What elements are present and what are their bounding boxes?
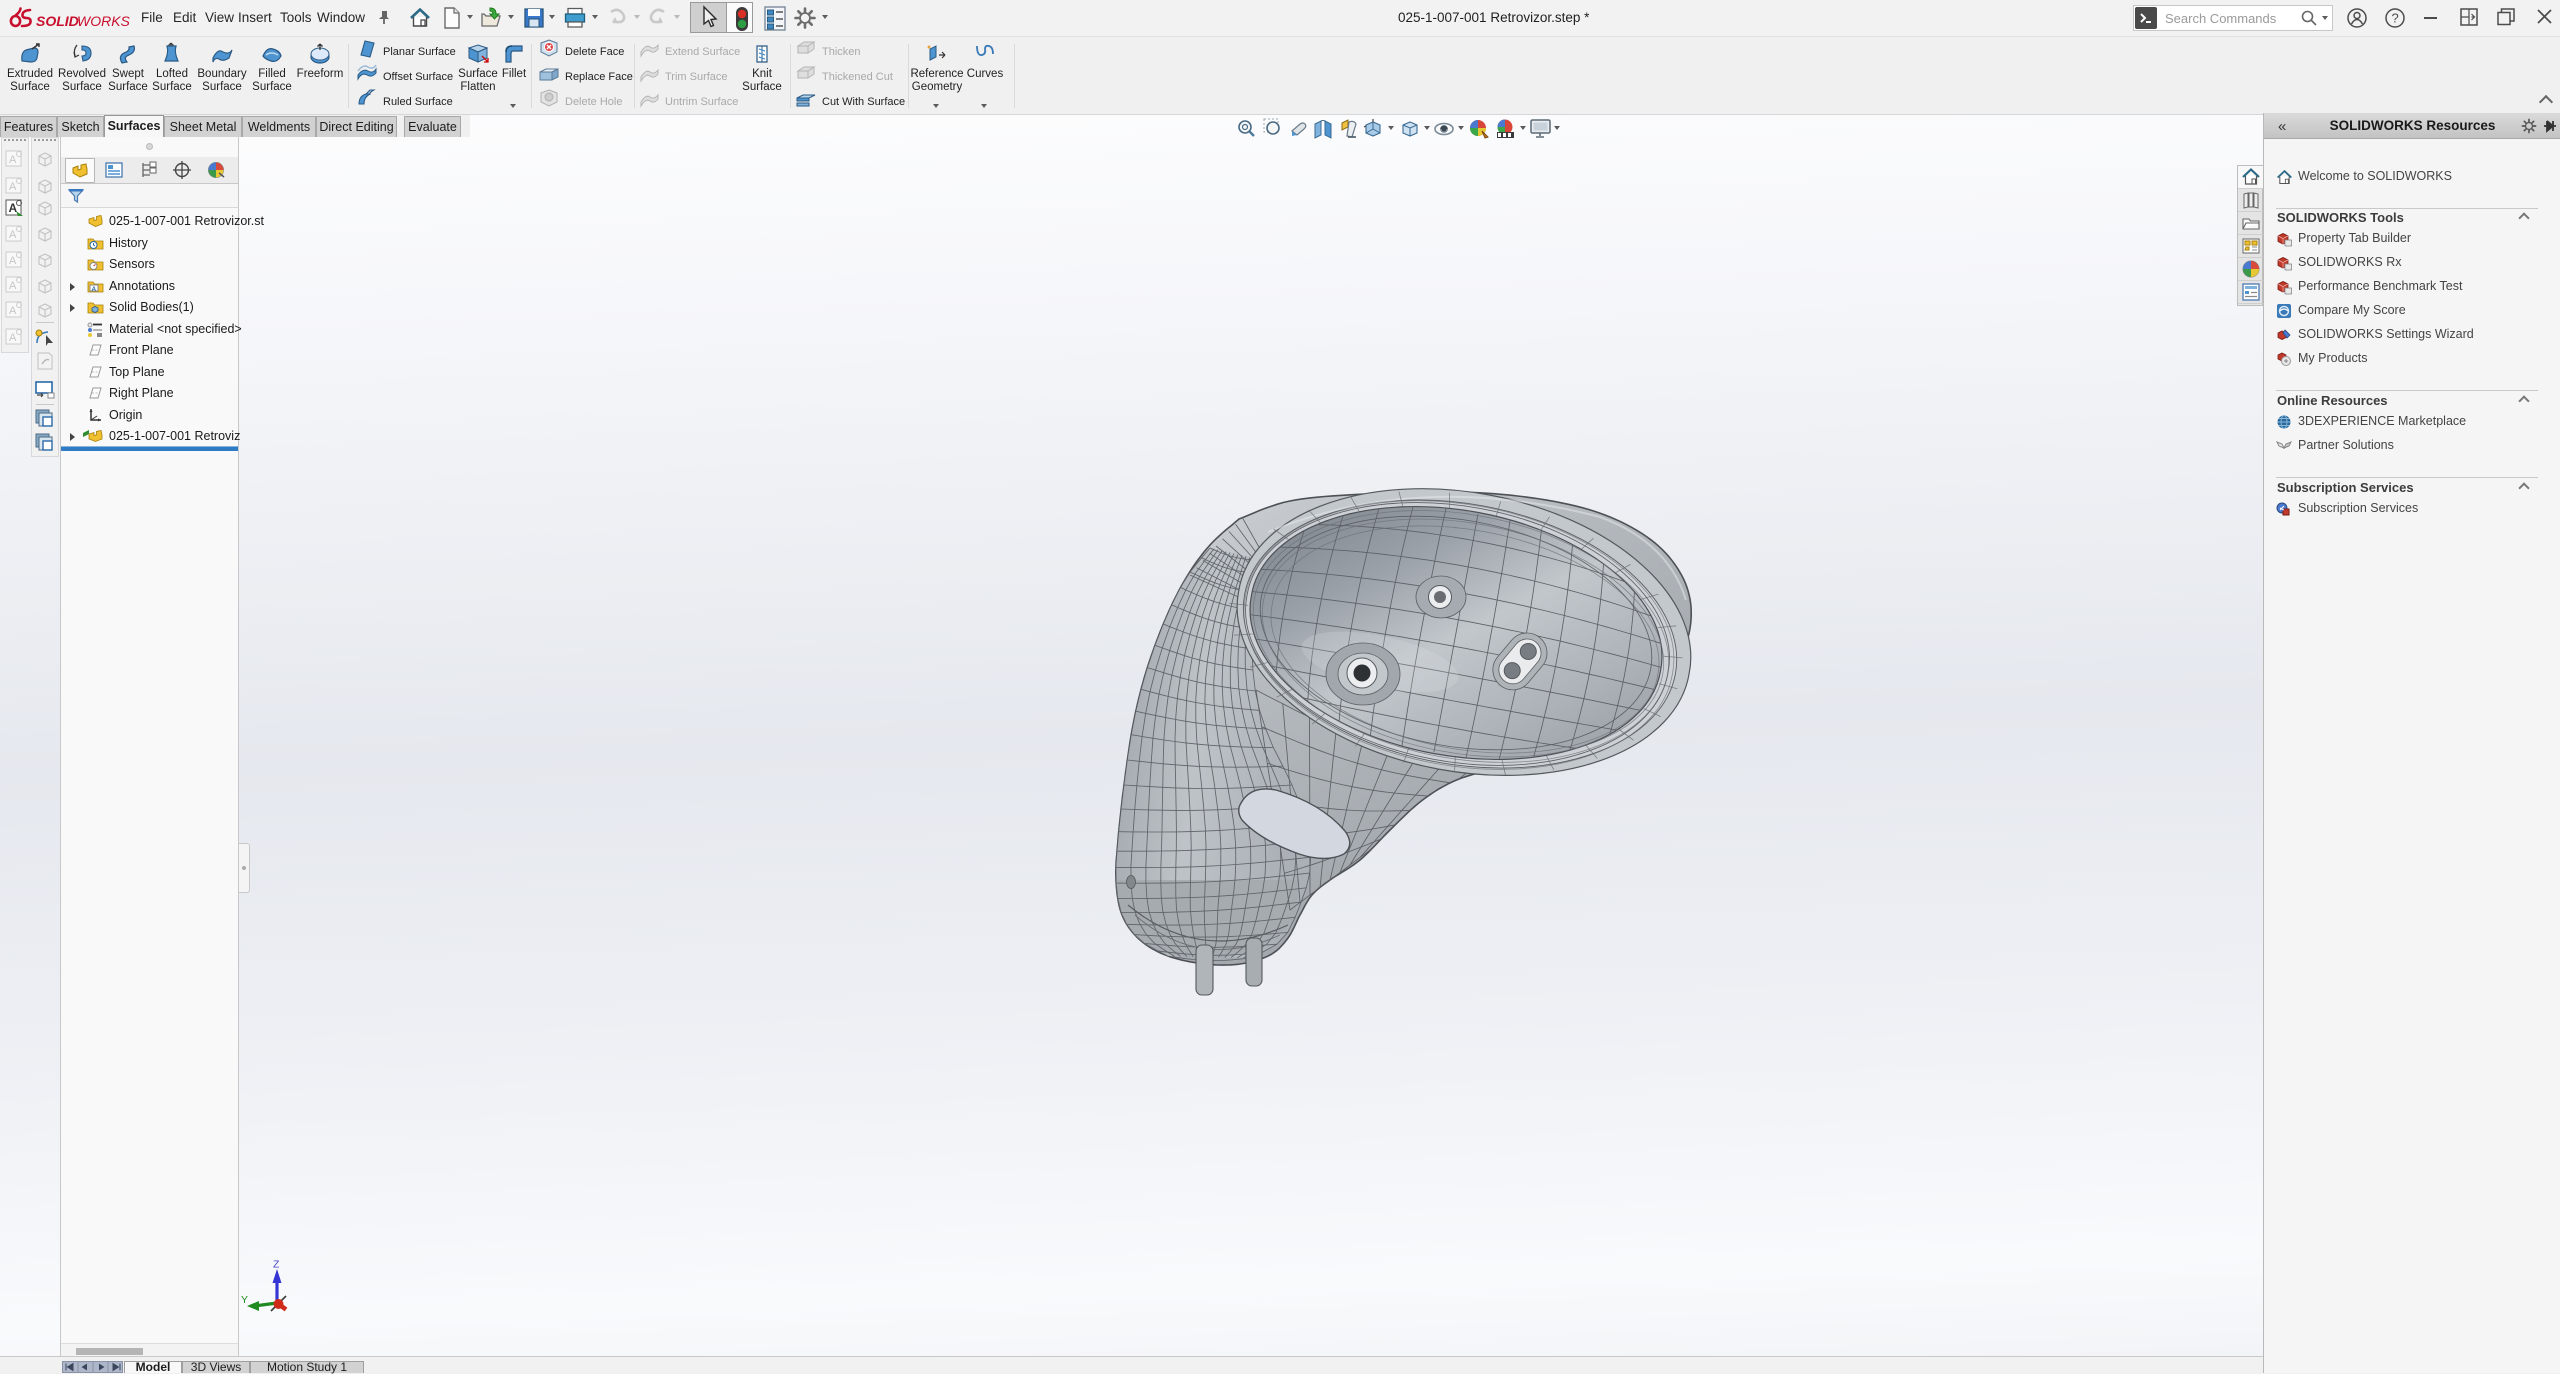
svg-text:?: ? xyxy=(2392,11,2399,26)
svg-text:WORKS: WORKS xyxy=(77,13,131,29)
svg-text:A: A xyxy=(9,154,17,166)
svg-text:A: A xyxy=(9,255,17,267)
svg-text:SOLID: SOLID xyxy=(36,13,79,29)
svg-text:A: A xyxy=(9,181,17,193)
svg-text:A: A xyxy=(92,286,97,293)
svg-text:A: A xyxy=(9,229,17,241)
svg-text:Z: Z xyxy=(273,1260,280,1271)
svg-text:A: A xyxy=(9,332,17,344)
svg-text:Y: Y xyxy=(241,1294,248,1306)
svg-text:A: A xyxy=(9,280,17,292)
svg-text:A: A xyxy=(9,305,17,317)
